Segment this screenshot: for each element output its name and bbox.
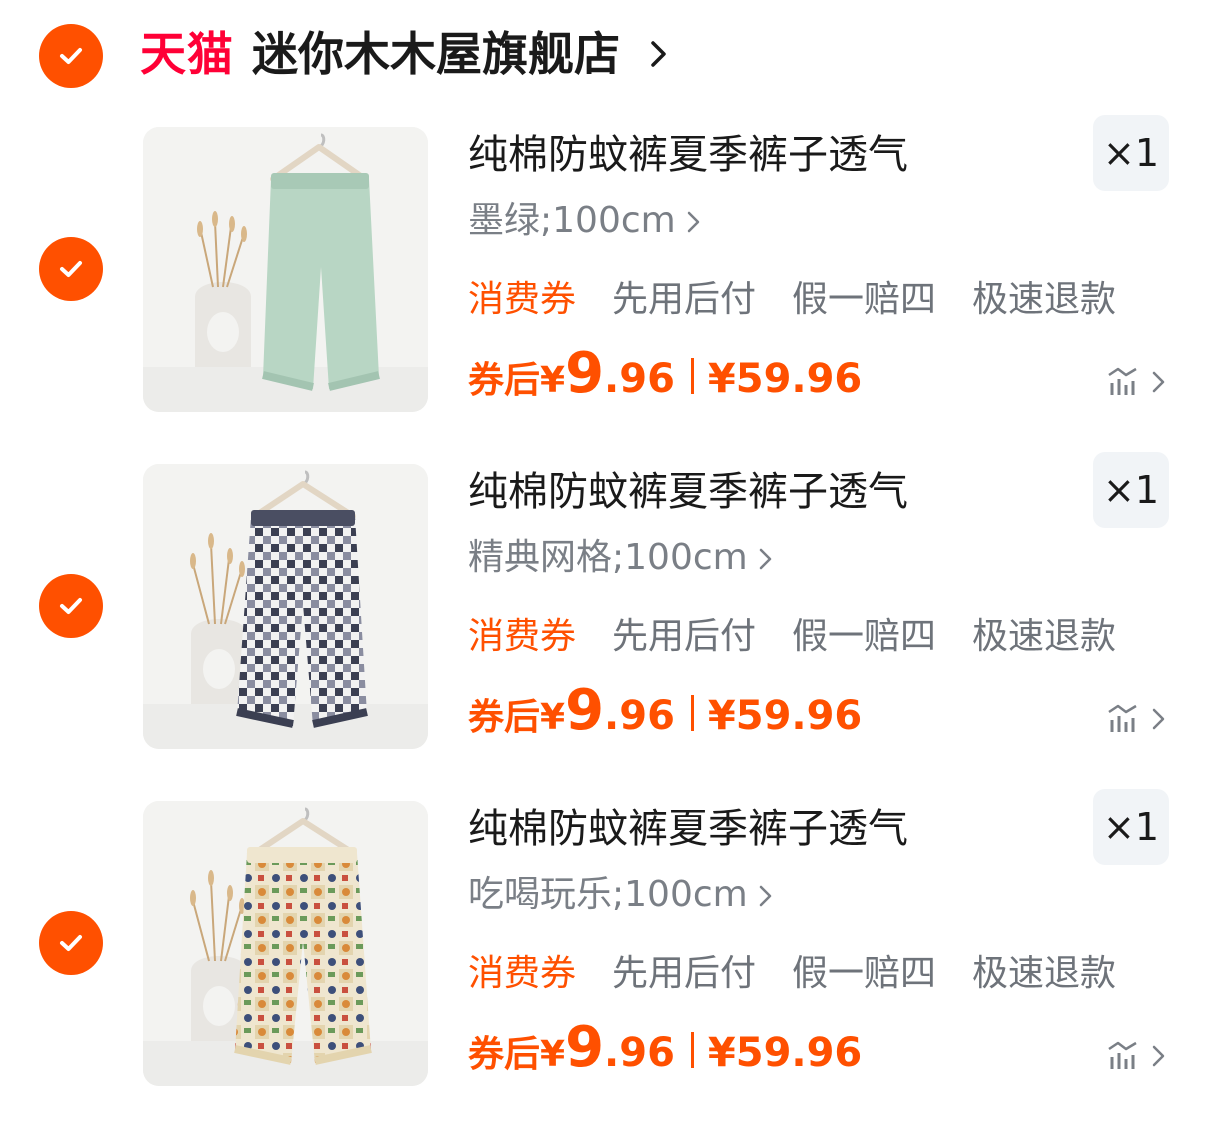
product-image[interactable] bbox=[143, 127, 428, 412]
price-integer: 9 bbox=[565, 1015, 605, 1080]
price-integer: 9 bbox=[565, 341, 605, 406]
price-currency: ¥ bbox=[540, 697, 566, 738]
item-select-check[interactable] bbox=[39, 574, 103, 638]
price-currency: ¥ bbox=[540, 360, 566, 401]
quantity-badge[interactable]: ×1 bbox=[1093, 115, 1169, 191]
price-row: 券后 ¥ 9 .96 ¥59.96 bbox=[468, 341, 862, 411]
price-decimal: .96 bbox=[604, 356, 675, 402]
fast-refund-tag: 极速退款 bbox=[972, 279, 1117, 320]
mint-green-pants-image bbox=[143, 127, 428, 412]
cart-item: 纯棉防蚊裤夏季裤子透气 ×1 墨绿;100cm 消费券 先用后付 假一赔四 极速… bbox=[0, 115, 1216, 427]
store-select-check[interactable] bbox=[39, 24, 103, 88]
service-tags: 消费券 先用后付 假一赔四 极速退款 bbox=[468, 612, 1152, 662]
check-icon bbox=[60, 598, 82, 614]
original-price: ¥59.96 bbox=[707, 693, 863, 739]
price-label: 券后 bbox=[468, 360, 541, 401]
check-icon bbox=[60, 48, 82, 64]
sku-text: 墨绿;100cm bbox=[468, 200, 676, 241]
coupon-tag: 消费券 bbox=[468, 279, 577, 320]
chevron-right-icon bbox=[687, 211, 699, 233]
original-price: ¥59.96 bbox=[707, 1030, 863, 1076]
original-price: ¥59.96 bbox=[707, 356, 863, 402]
cart-item: 纯棉防蚊裤夏季裤子透气 ×1 精典网格;100cm 消费券 先用后付 假一赔四 … bbox=[0, 452, 1216, 764]
product-image[interactable] bbox=[143, 801, 428, 1086]
price-trend-icon[interactable] bbox=[1106, 1039, 1168, 1073]
price-integer: 9 bbox=[565, 678, 605, 743]
check-icon bbox=[60, 935, 82, 951]
price-label: 券后 bbox=[468, 697, 541, 738]
pay-later-tag: 先用后付 bbox=[612, 616, 757, 657]
coupon-tag: 消费券 bbox=[468, 616, 577, 657]
sku-selector[interactable]: 墨绿;100cm bbox=[468, 197, 702, 245]
fake-guarantee-tag: 假一赔四 bbox=[792, 953, 937, 994]
price-divider bbox=[690, 358, 694, 394]
sku-selector[interactable]: 精典网格;100cm bbox=[468, 534, 774, 582]
cartoon-print-pants-image bbox=[143, 801, 428, 1086]
price-decimal: .96 bbox=[604, 1030, 675, 1076]
plaid-pants-image bbox=[143, 464, 428, 749]
store-name[interactable]: 迷你木木屋旗舰店 bbox=[252, 26, 620, 82]
pay-later-tag: 先用后付 bbox=[612, 279, 757, 320]
quantity-badge[interactable]: ×1 bbox=[1093, 789, 1169, 865]
product-title[interactable]: 纯棉防蚊裤夏季裤子透气 bbox=[468, 129, 908, 181]
chevron-right-icon[interactable] bbox=[648, 38, 670, 70]
quantity-badge[interactable]: ×1 bbox=[1093, 452, 1169, 528]
pay-later-tag: 先用后付 bbox=[612, 953, 757, 994]
price-row: 券后 ¥ 9 .96 ¥59.96 bbox=[468, 678, 862, 748]
sku-text: 精典网格;100cm bbox=[468, 537, 748, 578]
price-decimal: .96 bbox=[604, 693, 675, 739]
check-icon bbox=[60, 261, 82, 277]
product-title[interactable]: 纯棉防蚊裤夏季裤子透气 bbox=[468, 466, 908, 518]
chevron-right-icon bbox=[759, 885, 771, 907]
coupon-tag: 消费券 bbox=[468, 953, 577, 994]
fast-refund-tag: 极速退款 bbox=[972, 953, 1117, 994]
fast-refund-tag: 极速退款 bbox=[972, 616, 1117, 657]
item-select-check[interactable] bbox=[39, 911, 103, 975]
price-trend-icon[interactable] bbox=[1106, 365, 1168, 399]
sku-text: 吃喝玩乐;100cm bbox=[468, 874, 748, 915]
fake-guarantee-tag: 假一赔四 bbox=[792, 279, 937, 320]
item-select-check[interactable] bbox=[39, 237, 103, 301]
sku-selector[interactable]: 吃喝玩乐;100cm bbox=[468, 871, 774, 919]
service-tags: 消费券 先用后付 假一赔四 极速退款 bbox=[468, 949, 1152, 999]
tmall-logo[interactable]: 天猫 bbox=[140, 26, 234, 82]
product-title[interactable]: 纯棉防蚊裤夏季裤子透气 bbox=[468, 803, 908, 855]
price-trend-icon[interactable] bbox=[1106, 702, 1168, 736]
price-divider bbox=[690, 695, 694, 731]
price-label: 券后 bbox=[468, 1034, 541, 1075]
price-row: 券后 ¥ 9 .96 ¥59.96 bbox=[468, 1015, 862, 1085]
product-image[interactable] bbox=[143, 464, 428, 749]
fake-guarantee-tag: 假一赔四 bbox=[792, 616, 937, 657]
chevron-right-icon bbox=[759, 548, 771, 570]
price-currency: ¥ bbox=[540, 1034, 566, 1075]
price-divider bbox=[690, 1032, 694, 1068]
cart-item: 纯棉防蚊裤夏季裤子透气 ×1 吃喝玩乐;100cm 消费券 先用后付 假一赔四 … bbox=[0, 789, 1216, 1101]
service-tags: 消费券 先用后付 假一赔四 极速退款 bbox=[468, 275, 1152, 325]
store-header: 天猫 迷你木木屋旗舰店 bbox=[0, 0, 1216, 110]
